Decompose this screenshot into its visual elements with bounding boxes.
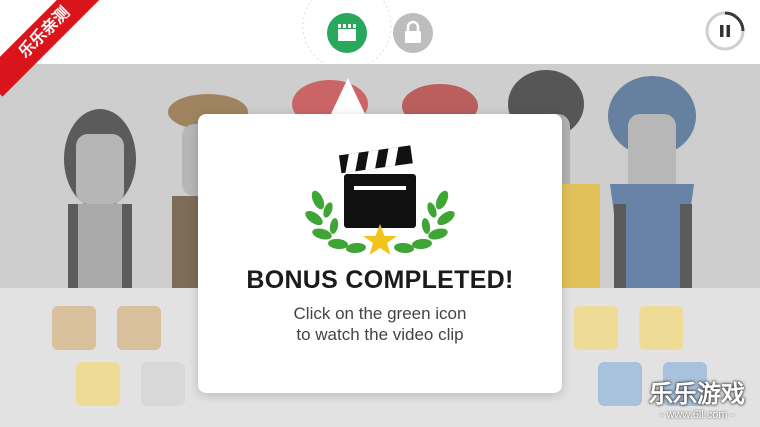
watermark-title: 乐乐游戏 xyxy=(649,381,745,408)
top-bar xyxy=(0,0,760,64)
bonus-completed-dialog: BONUS COMPLETED! Click on the green icon… xyxy=(198,114,562,393)
video-clip-button[interactable] xyxy=(327,13,367,53)
lock-icon xyxy=(405,20,421,43)
clapperboard-icon xyxy=(338,24,356,41)
dialog-pointer xyxy=(330,78,366,116)
pause-icon xyxy=(705,11,745,51)
locked-bonus-button[interactable] xyxy=(393,13,433,53)
dialog-message-line-1: Click on the green icon xyxy=(293,304,467,323)
dialog-message-line-2: to watch the video clip xyxy=(296,325,464,344)
pause-button[interactable] xyxy=(704,10,746,52)
clapperboard-laurel-icon xyxy=(305,145,455,255)
watermark-url: - www.6ll.com - xyxy=(659,409,735,421)
dialog-title: BONUS COMPLETED! xyxy=(246,266,514,294)
watermark-logo: 乐乐游戏 - www.6ll.com - xyxy=(642,374,752,421)
